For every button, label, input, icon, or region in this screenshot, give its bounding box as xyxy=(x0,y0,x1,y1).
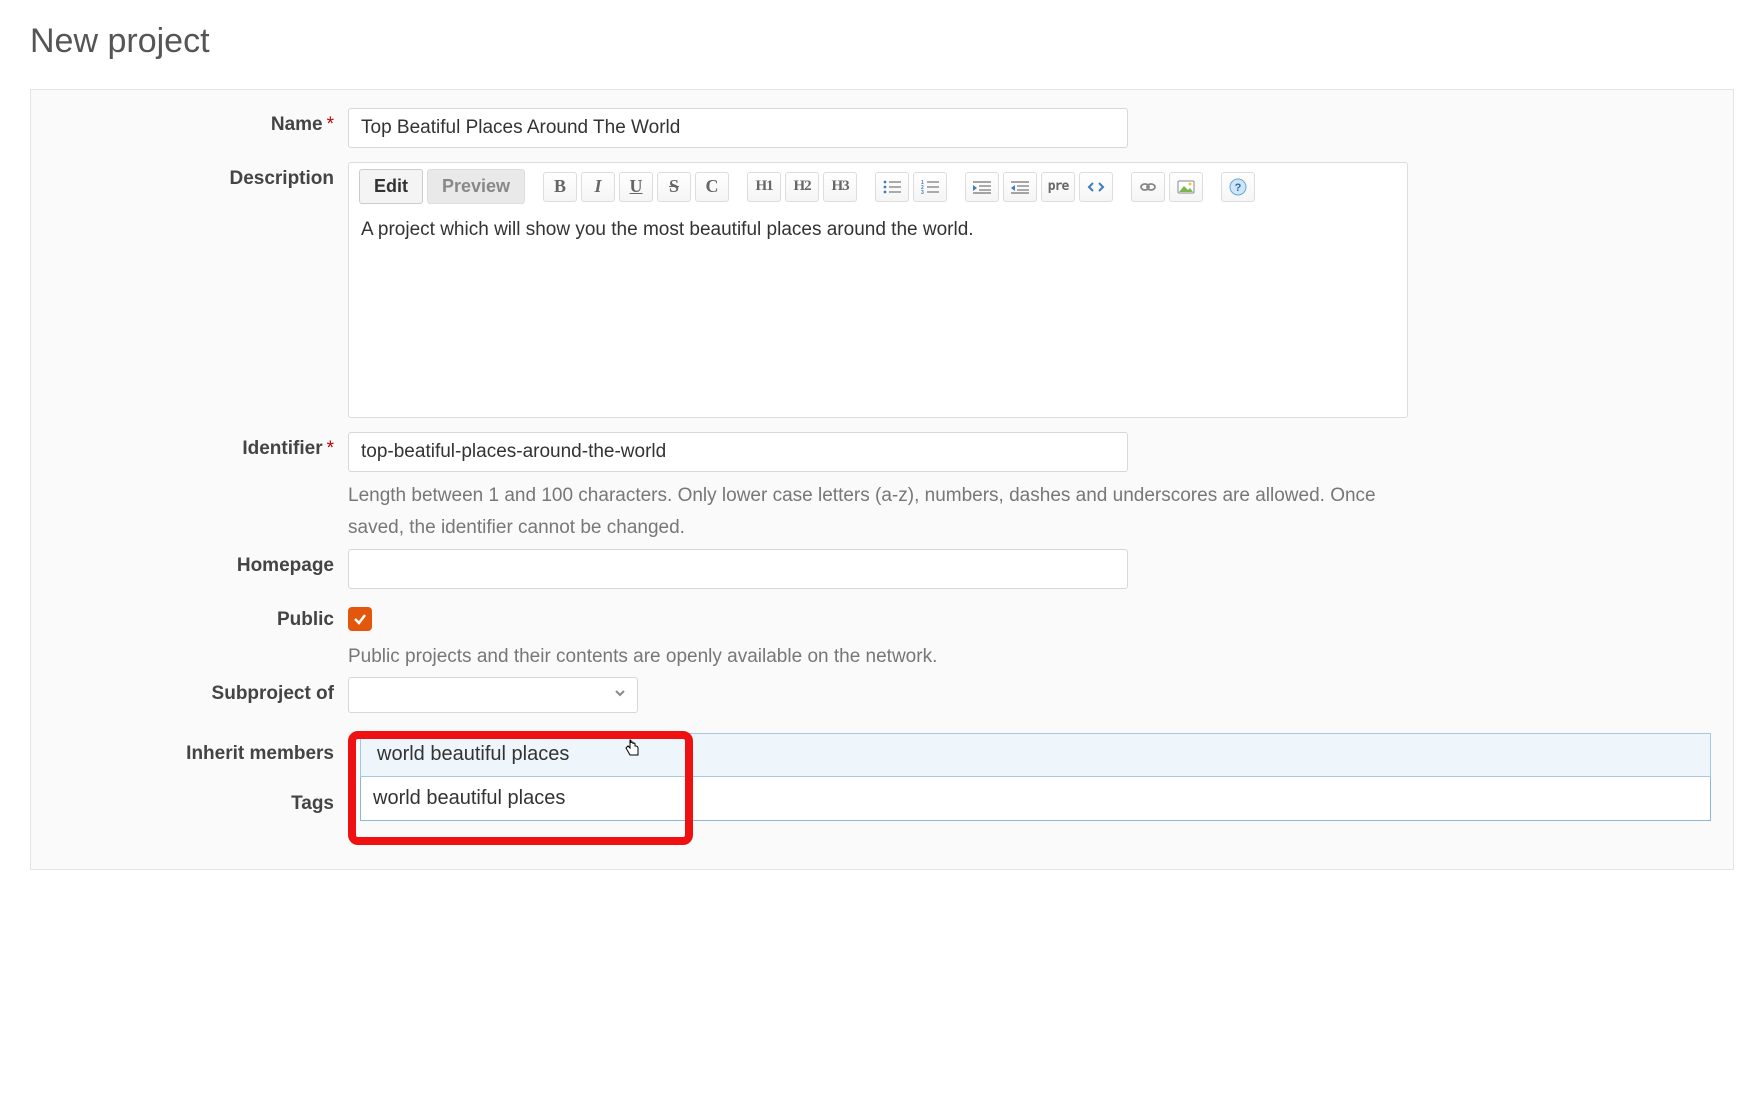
identifier-label: Identifier* xyxy=(53,432,348,460)
description-editor: Edit Preview B I U S C H1 H2 H3 xyxy=(348,162,1408,418)
indent-button[interactable] xyxy=(1003,172,1037,202)
svg-text:?: ? xyxy=(1235,182,1242,194)
ol-button[interactable]: 123 xyxy=(913,172,947,202)
autocomplete-text: world beautiful places xyxy=(377,743,569,766)
bold-button[interactable]: B xyxy=(543,172,577,202)
pre-button[interactable]: pre xyxy=(1041,172,1075,202)
identifier-input[interactable] xyxy=(348,432,1128,472)
ul-button[interactable] xyxy=(875,172,909,202)
tab-edit[interactable]: Edit xyxy=(359,169,423,204)
svg-text:3: 3 xyxy=(921,190,924,194)
tab-preview[interactable]: Preview xyxy=(427,169,525,204)
inherit-label: Inherit members xyxy=(53,727,348,765)
subproject-label: Subproject of xyxy=(53,677,348,705)
identifier-help: Length between 1 and 100 characters. Onl… xyxy=(348,480,1408,545)
tags-autocomplete-item[interactable]: world beautiful places xyxy=(360,733,1711,777)
editor-toolbar: Edit Preview B I U S C H1 H2 H3 xyxy=(349,163,1407,211)
strike-button[interactable]: S xyxy=(657,172,691,202)
inline-code-button[interactable]: C xyxy=(695,172,729,202)
link-button[interactable] xyxy=(1131,172,1165,202)
page-title: New project xyxy=(30,22,1734,61)
chevron-down-icon xyxy=(613,684,627,706)
form-panel: Name* Description Edit Preview B I U S xyxy=(30,89,1734,870)
homepage-label: Homepage xyxy=(53,549,348,577)
tags-input[interactable] xyxy=(361,777,1710,820)
outdent-button[interactable] xyxy=(965,172,999,202)
help-button[interactable]: ? xyxy=(1221,172,1255,202)
code-block-button[interactable] xyxy=(1079,172,1113,202)
italic-button[interactable]: I xyxy=(581,172,615,202)
underline-button[interactable]: U xyxy=(619,172,653,202)
public-checkbox[interactable] xyxy=(348,607,372,631)
name-label: Name* xyxy=(53,108,348,136)
h3-button[interactable]: H3 xyxy=(823,172,857,202)
description-textarea[interactable]: A project which will show you the most b… xyxy=(349,211,1407,411)
h1-button[interactable]: H1 xyxy=(747,172,781,202)
h2-button[interactable]: H2 xyxy=(785,172,819,202)
cursor-hand-icon xyxy=(623,738,643,765)
public-label: Public xyxy=(53,603,348,631)
subproject-select[interactable] xyxy=(348,677,638,713)
name-input[interactable] xyxy=(348,108,1128,148)
public-help: Public projects and their contents are o… xyxy=(348,641,1408,673)
image-button[interactable] xyxy=(1169,172,1203,202)
description-label: Description xyxy=(53,162,348,190)
homepage-input[interactable] xyxy=(348,549,1128,589)
